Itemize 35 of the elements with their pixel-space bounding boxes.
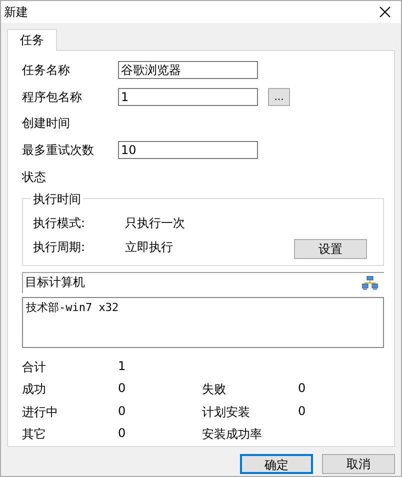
- dialog-button[interactable]: 取消: [322, 454, 395, 474]
- close-icon[interactable]: [379, 6, 391, 18]
- settings-button[interactable]: 设置: [294, 238, 367, 259]
- stat-label: 失败: [202, 381, 227, 398]
- list-item[interactable]: 技术部-win7 x32: [26, 300, 380, 315]
- network-icon[interactable]: [362, 276, 378, 290]
- stat-value: 0: [298, 381, 306, 398]
- schedule-label: 执行模式:: [33, 214, 86, 232]
- list-title: 目标计算机: [25, 274, 85, 292]
- stat-value: 1: [118, 358, 126, 375]
- stat-value: 0: [118, 404, 126, 420]
- dialog-button[interactable]: 确定: [240, 454, 313, 474]
- tab[interactable]: 任务: [7, 29, 57, 51]
- browse-button[interactable]: ...: [268, 88, 290, 106]
- field-label: 创建时间: [22, 115, 71, 132]
- stat-label: 进行中: [22, 404, 59, 421]
- field-label: 程序包名称: [22, 88, 83, 106]
- field-label: 最多重试次数: [22, 142, 95, 159]
- field-label: 状态: [22, 168, 47, 186]
- schedule-value: 立即执行: [125, 238, 173, 256]
- stat-value: 0: [298, 404, 306, 420]
- stat-label: 计划安装: [202, 404, 251, 421]
- input-field[interactable]: 谷歌浏览器: [118, 61, 258, 80]
- schedule-label: 执行周期:: [33, 238, 86, 256]
- stat-label: 安装成功率: [202, 426, 263, 444]
- field-label: 任务名称: [22, 62, 71, 79]
- window-title: 新建: [4, 4, 28, 20]
- schedule-value: 只执行一次: [125, 214, 185, 232]
- stat-value: 0: [118, 381, 126, 398]
- stat-label: 其它: [22, 426, 47, 444]
- input-field[interactable]: 10: [118, 141, 258, 160]
- stat-label: 成功: [22, 381, 47, 398]
- input-field[interactable]: 1: [118, 88, 258, 106]
- stat-label: 合计: [22, 358, 47, 376]
- stat-value: 0: [118, 426, 126, 442]
